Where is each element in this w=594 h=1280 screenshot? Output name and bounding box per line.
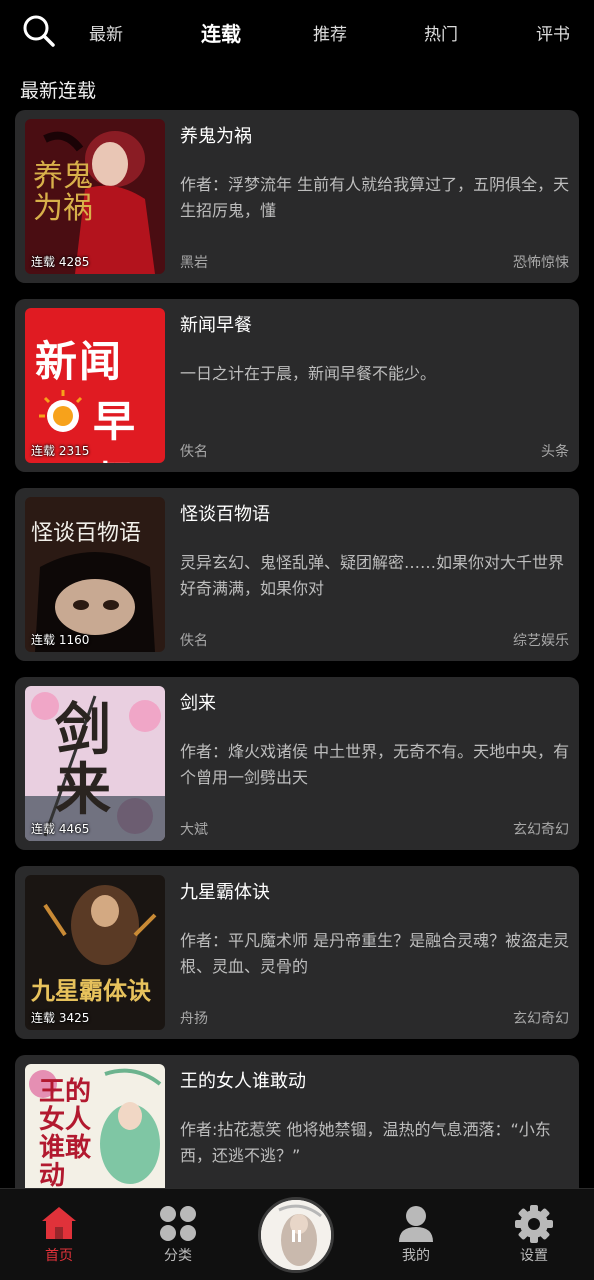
nav-label: 分类 — [164, 1248, 192, 1264]
book-card[interactable]: 养鬼为祸 连载 4285 养鬼为祸 作者：浮梦流年 生前有人就给我算过了，五阴俱… — [15, 110, 579, 283]
book-card[interactable]: 怪谈百物语 连载 1160 怪谈百物语 灵异玄幻、鬼怪乱弹、疑团解密……如果你对… — [15, 488, 579, 661]
book-card[interactable]: 九星霸体诀 连载 3425 九星霸体诀 作者：平凡魔术师 是丹帝重生？是融合灵魂… — [15, 866, 579, 1039]
section-title: 最新连载 — [20, 80, 97, 102]
tab-recommend[interactable]: 推荐 — [313, 20, 347, 45]
now-playing-disc[interactable] — [258, 1197, 334, 1273]
book-description: 灵异玄幻、鬼怪乱弹、疑团解密……如果你对大千世界好奇满满，如果你对 — [180, 553, 565, 598]
book-cover: 养鬼为祸 连载 4285 — [25, 119, 165, 274]
book-title: 王的女人谁敢动 — [180, 1071, 306, 1092]
book-card[interactable]: 新闻 早餐 连载 2315 新闻早餐 一日之计在于晨，新闻早餐不能少。 佚名 头… — [15, 299, 579, 472]
serial-badge: 连载 2315 — [31, 444, 90, 458]
book-cover: 怪谈百物语 连载 1160 — [25, 497, 165, 652]
book-title: 新闻早餐 — [180, 315, 252, 336]
book-description: 作者:拈花惹笑 他将她禁锢，温热的气息洒落：“小东西，还逃不逃？” — [180, 1120, 551, 1165]
tab-latest[interactable]: 最新 — [89, 20, 123, 45]
cover-title: 怪谈百物语 — [31, 521, 142, 546]
book-genre: 综艺娱乐 — [513, 633, 569, 649]
book-author: 佚名 — [180, 444, 208, 460]
book-card[interactable]: 王的女人谁敢动 王的女人谁敢动 作者:拈花惹笑 他将她禁锢，温热的气息洒落：“小… — [15, 1055, 579, 1188]
book-author: 佚名 — [180, 633, 208, 649]
cover-title: 九星霸体诀 — [31, 976, 151, 1005]
cover-subtitle: 早餐 — [93, 397, 136, 463]
tab-hot[interactable]: 热门 — [424, 20, 458, 45]
nav-label: 首页 — [45, 1248, 73, 1264]
nav-label: 设置 — [520, 1248, 548, 1264]
book-genre: 玄幻奇幻 — [513, 1011, 569, 1027]
tab-serial[interactable]: 连载 — [201, 18, 241, 47]
album-art — [261, 1200, 331, 1270]
home-icon — [42, 1207, 76, 1239]
book-title: 剑来 — [180, 693, 216, 714]
book-cover: 王的女人谁敢动 — [25, 1064, 165, 1188]
tab-storytelling[interactable]: 评书 — [536, 20, 570, 45]
book-cover: 九星霸体诀 连载 3425 — [25, 875, 165, 1030]
book-card[interactable]: 剑来 连载 4465 剑来 作者：烽火戏诸侯 中土世界，无奇不有。天地中央，有个… — [15, 677, 579, 850]
book-description: 作者：平凡魔术师 是丹帝重生？是融合灵魂？被盗走灵根、灵血、灵骨的 — [180, 931, 570, 976]
grid-icon — [160, 1206, 196, 1241]
bottom-nav: 首页 分类 我的 设置 — [0, 1188, 594, 1280]
serial-badge: 连载 4285 — [31, 255, 90, 269]
book-genre: 头条 — [541, 444, 569, 460]
nav-category[interactable]: 分类 — [138, 1189, 218, 1280]
serial-badge: 连载 4465 — [31, 822, 90, 836]
book-author: 大斌 — [180, 822, 208, 838]
book-description: 一日之计在于晨，新闻早餐不能少。 — [180, 364, 437, 383]
cover-title: 养鬼为祸 — [33, 159, 93, 226]
book-author: 黑岩 — [180, 255, 208, 271]
book-title: 怪谈百物语 — [180, 504, 270, 525]
serial-badge: 连载 1160 — [31, 633, 90, 647]
top-bar: 最新 连载 推荐 热门 评书 — [0, 0, 594, 64]
search-icon[interactable] — [22, 14, 56, 48]
nav-mine[interactable]: 我的 — [376, 1189, 456, 1280]
cover-title: 王的女人谁敢动 — [39, 1077, 92, 1188]
cover-title: 剑来 — [55, 697, 111, 823]
book-author: 舟扬 — [180, 1011, 208, 1027]
nav-label: 我的 — [402, 1248, 430, 1264]
book-list[interactable]: 养鬼为祸 连载 4285 养鬼为祸 作者：浮梦流年 生前有人就给我算过了，五阴俱… — [15, 110, 579, 1188]
book-genre: 恐怖惊悚 — [513, 255, 569, 271]
book-title: 九星霸体诀 — [180, 882, 270, 903]
cover-title: 新闻 — [35, 337, 124, 386]
nav-home[interactable]: 首页 — [19, 1189, 99, 1280]
book-description: 作者：烽火戏诸侯 中土世界，无奇不有。天地中央，有个曾用一剑劈出天 — [180, 742, 570, 787]
book-description: 作者：浮梦流年 生前有人就给我算过了，五阴俱全，天生招厉鬼，懂 — [180, 175, 570, 220]
book-cover: 新闻 早餐 连载 2315 — [25, 308, 165, 463]
gear-icon — [515, 1205, 553, 1243]
book-genre: 玄幻奇幻 — [513, 822, 569, 838]
serial-badge: 连载 3425 — [31, 1011, 90, 1025]
user-icon — [399, 1206, 433, 1242]
nav-settings[interactable]: 设置 — [494, 1189, 574, 1280]
book-title: 养鬼为祸 — [180, 126, 252, 147]
book-cover: 剑来 连载 4465 — [25, 686, 165, 841]
